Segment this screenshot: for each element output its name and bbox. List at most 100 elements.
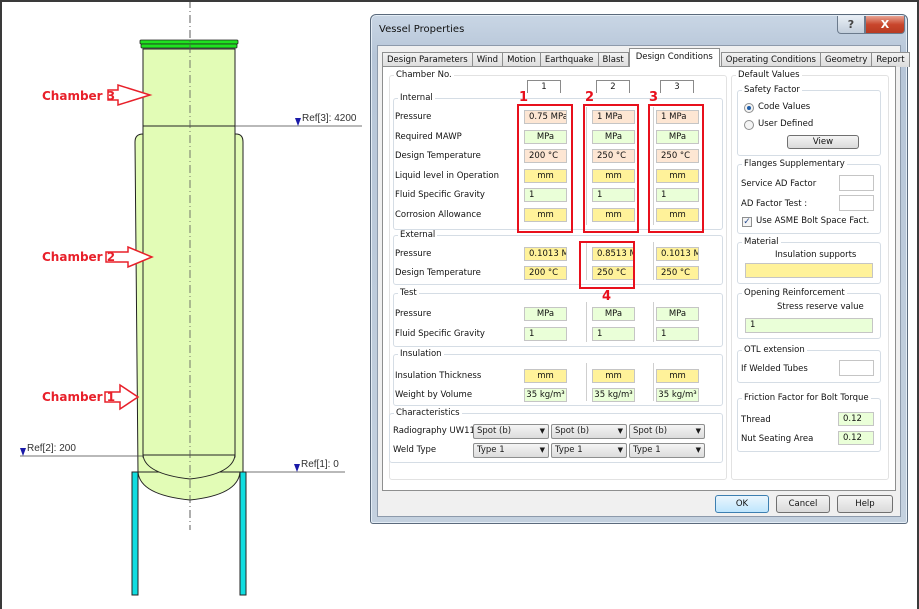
test-chamber-1-input[interactable]: MPa: [524, 307, 567, 321]
insulation-row-label: Weight by Volume: [395, 390, 473, 400]
internal-chamber-3-input[interactable]: 250 °C: [656, 149, 699, 163]
tab-strip: Design Parameters Wind Motion Earthquake…: [382, 48, 910, 67]
insulation-row-label: Insulation Thickness: [395, 371, 482, 381]
external-chamber-3-input[interactable]: 0.1013 MP: [656, 247, 699, 261]
tab-earthquake[interactable]: Earthquake: [539, 52, 599, 67]
external-chamber-1-input[interactable]: 0.1013 MP: [524, 247, 567, 261]
default-values-label: Default Values: [736, 70, 802, 81]
insulation-chamber-2-input[interactable]: 35 kg/m³: [592, 388, 635, 402]
tab-report[interactable]: Report: [871, 52, 910, 67]
opening-reinforcement-label: Opening Reinforcement: [742, 288, 847, 299]
title-bar[interactable]: Vessel Properties ? X: [371, 15, 907, 45]
tab-geometry[interactable]: Geometry: [819, 52, 873, 67]
code-values-radio[interactable]: [744, 103, 754, 113]
internal-row-label: Fluid Specific Gravity: [395, 190, 485, 200]
weld-type-select-chamber-2[interactable]: Type 1 ▼: [551, 443, 627, 458]
external-chamber-1-input[interactable]: 200 °C: [524, 266, 567, 280]
tab-design-parameters[interactable]: Design Parameters: [382, 52, 473, 67]
weld-type-select-chamber-1[interactable]: Type 1 ▼: [473, 443, 549, 458]
internal-chamber-2-input[interactable]: 250 °C: [592, 149, 635, 163]
internal-chamber-1-input[interactable]: mm: [524, 207, 567, 222]
external-chamber-3-input[interactable]: 250 °C: [656, 266, 699, 280]
insulation-chamber-1-input[interactable]: 35 kg/m³: [524, 388, 567, 402]
chamber-2-header: 2: [596, 80, 630, 93]
tab-wind[interactable]: Wind: [471, 52, 504, 67]
internal-chamber-2-input[interactable]: MPa: [592, 129, 635, 144]
chevron-down-icon: ▼: [695, 446, 701, 454]
internal-row-label: Design Temperature: [395, 151, 481, 161]
select-value: Type 1: [555, 445, 583, 455]
marker-3: 3: [649, 90, 659, 105]
internal-chamber-2-input[interactable]: mm: [592, 207, 635, 222]
internal-chamber-3-input[interactable]: 1 MPa: [656, 110, 699, 124]
tab-motion[interactable]: Motion: [502, 52, 541, 67]
welded-tubes-input[interactable]: [839, 360, 874, 376]
insulation-chamber-3-input[interactable]: 35 kg/m³: [656, 388, 699, 402]
internal-chamber-1-input[interactable]: 0.75 MPa: [524, 110, 567, 124]
tab-operating-conditions[interactable]: Operating Conditions: [720, 52, 821, 67]
test-chamber-1-input[interactable]: 1: [524, 327, 567, 341]
radiography-select-chamber-1[interactable]: Spot (b) ▼: [473, 424, 549, 439]
chamber-3-label: Chamber 3: [42, 89, 116, 103]
external-chamber-2-input[interactable]: 0.8513 MP: [592, 247, 635, 261]
safety-factor-label: Safety Factor: [742, 85, 802, 96]
radiography-select-chamber-2[interactable]: Spot (b) ▼: [551, 424, 627, 439]
internal-chamber-2-input[interactable]: mm: [592, 168, 635, 183]
test-chamber-3-input[interactable]: 1: [656, 327, 699, 341]
radiography-select-chamber-3[interactable]: Spot (b) ▼: [629, 424, 705, 439]
insulation-chamber-1-input[interactable]: mm: [524, 369, 567, 383]
service-ad-label: Service AD Factor: [741, 179, 817, 189]
marker-2: 2: [585, 90, 595, 105]
help-button[interactable]: Help: [837, 495, 893, 513]
external-row-label: Design Temperature: [395, 268, 481, 278]
insulation-chamber-3-input[interactable]: mm: [656, 369, 699, 383]
internal-chamber-3-input[interactable]: mm: [656, 207, 699, 222]
ref-3-marker: [295, 118, 301, 126]
external-group-label: External: [398, 230, 438, 241]
weld-type-select-chamber-3[interactable]: Type 1 ▼: [629, 443, 705, 458]
test-chamber-3-input[interactable]: MPa: [656, 307, 699, 321]
chamber-group-label: Chamber No.: [394, 70, 454, 81]
asme-checkbox[interactable]: ✓: [742, 217, 752, 227]
chevron-down-icon: ▼: [617, 446, 623, 454]
chamber-1-header: 1: [527, 80, 561, 93]
stress-reserve-input[interactable]: 1: [745, 318, 873, 333]
internal-chamber-3-input[interactable]: mm: [656, 168, 699, 183]
internal-group-label: Internal: [398, 93, 435, 104]
ref-1-label: Ref[1]: 0: [301, 459, 339, 470]
test-chamber-2-input[interactable]: 1: [592, 327, 635, 341]
internal-chamber-1-input[interactable]: mm: [524, 168, 567, 183]
chamber-2-label: Chamber 2: [42, 250, 116, 264]
dialog-title: Vessel Properties: [379, 24, 465, 35]
service-ad-input[interactable]: [839, 175, 874, 191]
internal-chamber-2-input[interactable]: 1 MPa: [592, 110, 635, 124]
characteristics-row-label: Radiography UW11: [393, 426, 475, 436]
insulation-supports-input[interactable]: [745, 263, 873, 278]
internal-chamber-3-input[interactable]: 1: [656, 188, 699, 202]
cancel-button[interactable]: Cancel: [776, 495, 830, 513]
nut-seating-input[interactable]: 0.12: [838, 431, 874, 445]
tab-design-conditions[interactable]: Design Conditions: [628, 48, 720, 67]
stress-reserve-label: Stress reserve value: [777, 302, 864, 312]
help-icon[interactable]: ?: [837, 16, 865, 34]
test-chamber-2-input[interactable]: MPa: [592, 307, 635, 321]
tab-blast[interactable]: Blast: [597, 52, 629, 67]
internal-row-label: Pressure: [395, 112, 432, 122]
internal-chamber-1-input[interactable]: 1: [524, 188, 567, 202]
ad-test-input[interactable]: [839, 195, 874, 211]
close-icon[interactable]: X: [865, 16, 905, 34]
view-button[interactable]: View: [787, 135, 859, 149]
ref-2-label: Ref[2]: 200: [27, 443, 76, 454]
internal-chamber-3-input[interactable]: MPa: [656, 129, 699, 144]
ref-1-marker: [294, 464, 300, 472]
ok-button[interactable]: OK: [715, 495, 769, 513]
insulation-chamber-2-input[interactable]: mm: [592, 369, 635, 383]
internal-chamber-1-input[interactable]: MPa: [524, 129, 567, 144]
internal-chamber-2-input[interactable]: 1: [592, 188, 635, 202]
internal-row-label: Liquid level in Operation: [395, 170, 500, 181]
thread-input[interactable]: 0.12: [838, 412, 874, 426]
user-defined-radio[interactable]: [744, 120, 754, 130]
external-chamber-2-input[interactable]: 250 °C: [592, 266, 635, 280]
internal-chamber-1-input[interactable]: 200 °C: [524, 149, 567, 163]
ref-3-label: Ref[3]: 4200: [302, 113, 357, 124]
